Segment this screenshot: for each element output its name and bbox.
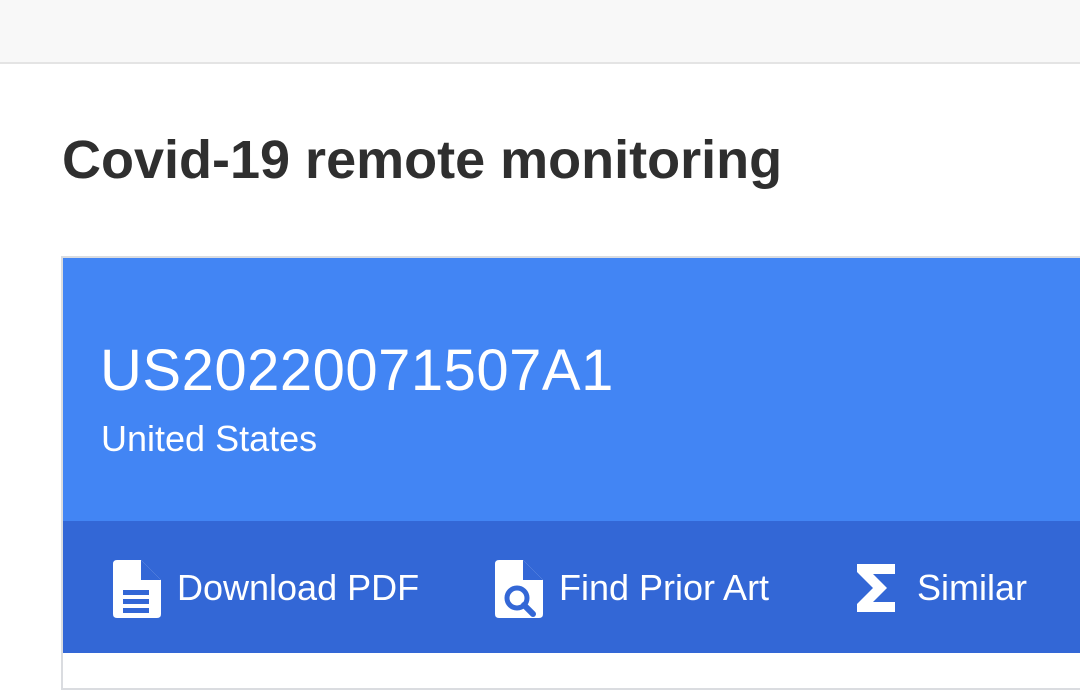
download-pdf-label: Download PDF — [177, 567, 420, 608]
page-title: Covid-19 remote monitoring — [62, 130, 783, 190]
find-prior-art-label: Find Prior Art — [559, 567, 770, 608]
sigma-icon — [849, 556, 905, 620]
document-icon — [109, 556, 165, 620]
country-label: United States — [101, 418, 318, 459]
top-app-bar — [0, 0, 1080, 64]
find-prior-art-button[interactable]: Find Prior Art — [491, 553, 769, 623]
document-search-icon — [491, 556, 547, 620]
publication-number: US20220071507A1 — [100, 338, 614, 403]
download-pdf-button[interactable]: Download PDF — [109, 553, 419, 623]
similar-button[interactable]: Similar — [849, 553, 1027, 623]
patent-card: US20220071507A1 United States Download P… — [61, 256, 1080, 690]
patent-card-header: US20220071507A1 United States — [63, 258, 1080, 521]
patent-actions-bar: Download PDF Find Prior Art Similar — [63, 521, 1080, 653]
similar-label: Similar — [917, 567, 1028, 608]
